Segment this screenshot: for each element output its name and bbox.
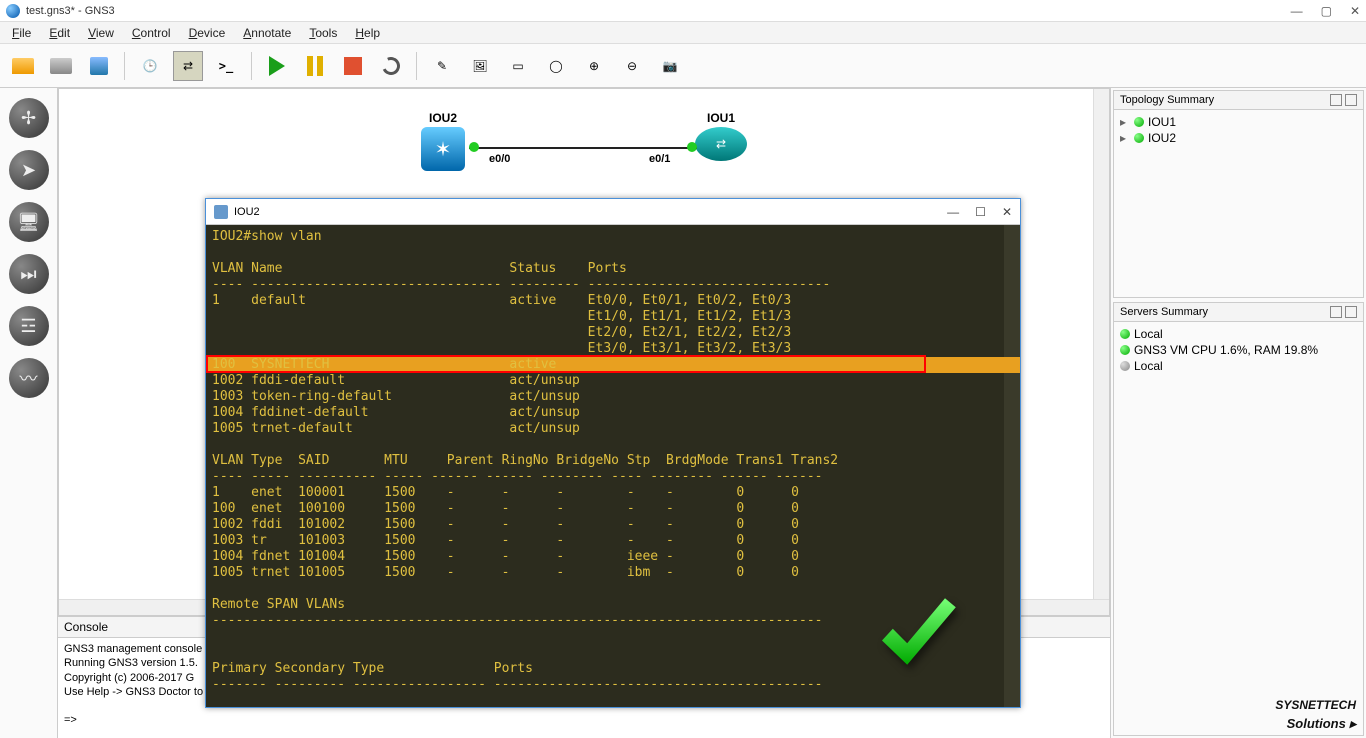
annotate-button[interactable]: ✎: [427, 51, 457, 81]
switch-icon: ✶: [421, 127, 465, 171]
success-check-icon: [868, 591, 968, 681]
insert-image-button[interactable]: 🖼: [465, 51, 495, 81]
terminal-titlebar[interactable]: IOU2 — ☐ ✕: [206, 199, 1020, 225]
servers-summary-panel: Servers Summary LocalGNS3 VM CPU 1.6%, R…: [1113, 302, 1364, 736]
panel-undock-icon[interactable]: [1330, 94, 1342, 106]
snapshot-button[interactable]: 🕒: [135, 51, 165, 81]
router-icon: ⇄: [695, 127, 747, 161]
terminal-icon: [214, 205, 228, 219]
terminal-close-button[interactable]: ✕: [1002, 205, 1012, 219]
maximize-button[interactable]: ▢: [1321, 4, 1332, 18]
watermark-main: SYSNETTECH: [1275, 698, 1356, 712]
close-button[interactable]: ✕: [1350, 4, 1360, 18]
panel-close-icon[interactable]: [1345, 94, 1357, 106]
zoom-out-button[interactable]: ⊖: [617, 51, 647, 81]
add-link-dock-button[interactable]: 〰: [9, 358, 49, 398]
panel-title: Topology Summary: [1120, 94, 1327, 106]
link-endpoint-icon: [469, 142, 479, 152]
node-iou1[interactable]: IOU1 ⇄: [695, 111, 747, 161]
switches-dock-button[interactable]: ➤: [9, 150, 49, 190]
end-devices-dock-button[interactable]: 🖥: [9, 202, 49, 242]
menu-help[interactable]: Help: [347, 24, 388, 42]
interface-label: e0/0: [489, 153, 510, 165]
node-iou2[interactable]: IOU2 ✶: [421, 111, 465, 171]
ellipse-button[interactable]: ◯: [541, 51, 571, 81]
server-item[interactable]: Local: [1120, 358, 1357, 374]
security-dock-button[interactable]: ⏭: [9, 254, 49, 294]
terminal-minimize-button[interactable]: —: [947, 205, 959, 219]
menu-tools[interactable]: Tools: [301, 24, 345, 42]
link-endpoint-icon: [687, 142, 697, 152]
link-line[interactable]: [469, 147, 697, 149]
panel-close-icon[interactable]: [1345, 306, 1357, 318]
start-all-button[interactable]: [262, 51, 292, 81]
node-label: IOU2: [421, 111, 465, 125]
panel-title: Servers Summary: [1120, 306, 1327, 318]
terminal-window: IOU2 — ☐ ✕ IOU2#show vlan VLAN Name Stat…: [205, 198, 1021, 708]
watermark: SYSNETTECH Solutions ▸: [1275, 688, 1356, 732]
save-project-button[interactable]: [84, 51, 114, 81]
topology-summary-panel: Topology Summary ▸IOU1▸IOU2: [1113, 90, 1364, 298]
zoom-in-button[interactable]: ⊕: [579, 51, 609, 81]
terminal-body[interactable]: IOU2#show vlan VLAN Name Status Ports --…: [206, 225, 1020, 707]
console-all-button[interactable]: >_: [211, 51, 241, 81]
panel-undock-icon[interactable]: [1330, 306, 1342, 318]
open-project-button[interactable]: [46, 51, 76, 81]
routers-dock-button[interactable]: ✢: [9, 98, 49, 138]
menu-edit[interactable]: Edit: [41, 24, 78, 42]
terminal-title: IOU2: [234, 206, 947, 218]
titlebar: test.gns3* - GNS3 — ▢ ✕: [0, 0, 1366, 22]
watermark-sub: Solutions ▸: [1275, 716, 1356, 732]
menu-control[interactable]: Control: [124, 24, 179, 42]
new-project-button[interactable]: [8, 51, 38, 81]
terminal-maximize-button[interactable]: ☐: [975, 205, 986, 219]
pause-all-button[interactable]: [300, 51, 330, 81]
server-item[interactable]: Local: [1120, 326, 1357, 342]
toolbar: 🕒 ⇄ >_ ✎ 🖼 ▭ ◯ ⊕ ⊖ 📷: [0, 44, 1366, 88]
show-labels-button[interactable]: ⇄: [173, 51, 203, 81]
stop-all-button[interactable]: [338, 51, 368, 81]
canvas-scrollbar-v[interactable]: [1093, 89, 1109, 615]
menu-device[interactable]: Device: [181, 24, 234, 42]
topology-item[interactable]: ▸IOU2: [1120, 130, 1357, 146]
window-title: test.gns3* - GNS3: [26, 5, 1291, 17]
menu-file[interactable]: File: [4, 24, 39, 42]
servers-summary-body[interactable]: LocalGNS3 VM CPU 1.6%, RAM 19.8%Local: [1114, 322, 1363, 378]
minimize-button[interactable]: —: [1291, 4, 1303, 18]
interface-label: e0/1: [649, 153, 670, 165]
server-item[interactable]: GNS3 VM CPU 1.6%, RAM 19.8%: [1120, 342, 1357, 358]
node-label: IOU1: [695, 111, 747, 125]
device-dock: ✢ ➤ 🖥 ⏭ ☲ 〰: [0, 88, 58, 738]
topology-item[interactable]: ▸IOU1: [1120, 114, 1357, 130]
reload-all-button[interactable]: [376, 51, 406, 81]
menubar: File Edit View Control Device Annotate T…: [0, 22, 1366, 44]
all-devices-dock-button[interactable]: ☲: [9, 306, 49, 346]
menu-annotate[interactable]: Annotate: [235, 24, 299, 42]
menu-view[interactable]: View: [80, 24, 122, 42]
app-icon: [6, 4, 20, 18]
rectangle-button[interactable]: ▭: [503, 51, 533, 81]
screenshot-button[interactable]: 📷: [655, 51, 685, 81]
topology-summary-body[interactable]: ▸IOU1▸IOU2: [1114, 110, 1363, 150]
